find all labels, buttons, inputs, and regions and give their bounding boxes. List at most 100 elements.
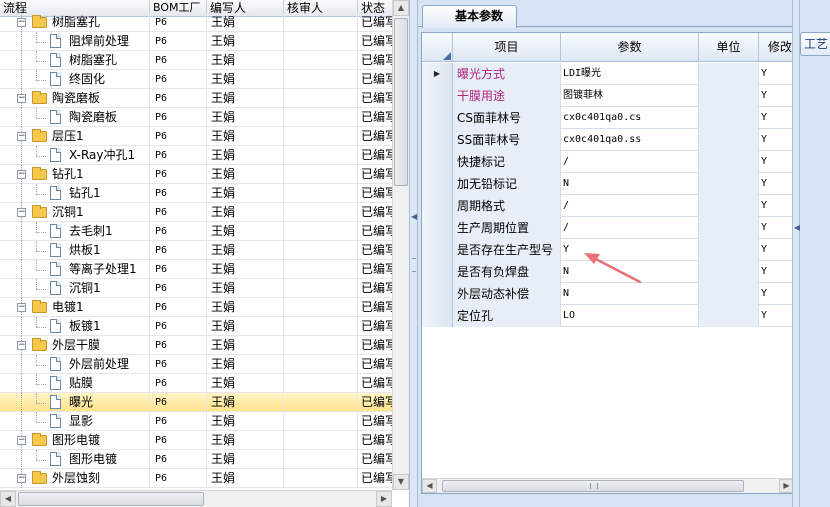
param-value-cell[interactable]: / [561,195,699,217]
tree-vertical-scrollbar[interactable]: ▲ ▼ [392,0,409,490]
tree-folder-row[interactable]: − 外层干膜 P6 王娟 已编写 [0,336,392,355]
bom-plant-cell[interactable]: P6 [150,317,207,336]
writer-cell[interactable]: 王娟 [207,260,284,279]
status-cell[interactable]: 已编写 [358,108,392,127]
param-row[interactable]: SS面菲林号 cx0c401qa0.ss Y [422,129,794,151]
writer-cell[interactable]: 王娟 [207,203,284,222]
tree-node[interactable]: 外层前处理 [0,355,150,374]
param-row[interactable]: CS面菲林号 cx0c401qa0.cs Y [422,107,794,129]
tree-node[interactable]: 烘板1 [0,241,150,260]
writer-cell[interactable]: 王娟 [207,70,284,89]
tree-node[interactable]: 阻焊前处理 [0,32,150,51]
tree-hscroll-thumb[interactable] [18,492,204,506]
tree-step-row[interactable]: 板镀1 P6 王娟 已编写 [0,317,392,336]
bom-plant-cell[interactable]: P6 [150,13,207,32]
bom-plant-cell[interactable]: P6 [150,108,207,127]
bom-plant-cell[interactable]: P6 [150,241,207,260]
status-cell[interactable]: 已编写 [358,222,392,241]
row-indicator[interactable] [422,239,453,261]
bom-plant-cell[interactable]: P6 [150,355,207,374]
tree-step-row[interactable]: 去毛刺1 P6 王娟 已编写 [0,222,392,241]
status-cell[interactable]: 已编写 [358,146,392,165]
status-cell[interactable]: 已编写 [358,165,392,184]
param-unit-cell[interactable] [699,283,759,305]
param-row[interactable]: 外层动态补偿 N Y [422,283,794,305]
writer-cell[interactable]: 王娟 [207,469,284,488]
grid-scroll-left-icon[interactable]: ◀ [422,479,437,493]
tree-node[interactable]: 图形电镀 [0,450,150,469]
bom-plant-cell[interactable]: P6 [150,374,207,393]
tree-step-row[interactable]: 图形电镀 P6 王娟 已编写 [0,450,392,469]
auditor-cell[interactable] [284,450,358,469]
status-cell[interactable]: 已编写 [358,260,392,279]
param-value-cell[interactable]: N [561,261,699,283]
param-value-cell[interactable]: cx0c401qa0.ss [561,129,699,151]
bom-plant-cell[interactable]: P6 [150,165,207,184]
writer-cell[interactable]: 王娟 [207,222,284,241]
bom-plant-cell[interactable]: P6 [150,127,207,146]
status-cell[interactable]: 已编写 [358,32,392,51]
param-modify-cell[interactable]: Y [759,195,794,217]
tree-node[interactable]: − 图形电镀 [0,431,150,450]
param-modify-cell[interactable]: Y [759,85,794,107]
param-unit-cell[interactable] [699,195,759,217]
grid-horizontal-scrollbar[interactable]: ◀ ▶ [422,478,794,493]
row-indicator[interactable] [422,195,453,217]
status-cell[interactable]: 已编写 [358,13,392,32]
bom-plant-cell[interactable]: P6 [150,184,207,203]
row-indicator[interactable] [422,261,453,283]
tree-node[interactable]: 终固化 [0,70,150,89]
auditor-cell[interactable] [284,70,358,89]
param-modify-cell[interactable]: Y [759,239,794,261]
auditor-cell[interactable] [284,317,358,336]
auditor-cell[interactable] [284,146,358,165]
auditor-cell[interactable] [284,203,358,222]
tree-node[interactable]: − 层压1 [0,127,150,146]
status-cell[interactable]: 已编写 [358,298,392,317]
param-value-cell[interactable]: N [561,283,699,305]
status-cell[interactable]: 已编写 [358,203,392,222]
status-cell[interactable]: 已编写 [358,336,392,355]
tree-vscroll-thumb[interactable] [394,18,408,186]
tree-node[interactable]: 沉铜1 [0,279,150,298]
collapse-toggle-icon[interactable]: − [17,474,26,483]
bom-plant-cell[interactable]: P6 [150,279,207,298]
bom-plant-cell[interactable]: P6 [150,51,207,70]
tab-craft[interactable]: 工艺 [800,32,830,56]
auditor-cell[interactable] [284,412,358,431]
bom-plant-cell[interactable]: P6 [150,89,207,108]
bom-plant-cell[interactable]: P6 [150,146,207,165]
tree-step-row[interactable]: 贴膜 P6 王娟 已编写 [0,374,392,393]
tree-node[interactable]: 钻孔1 [0,184,150,203]
status-cell[interactable]: 已编写 [358,393,392,412]
tree-node[interactable]: 陶瓷磨板 [0,108,150,127]
row-indicator[interactable] [422,85,453,107]
row-indicator[interactable] [422,305,453,327]
param-modify-cell[interactable]: Y [759,107,794,129]
param-unit-cell[interactable] [699,261,759,283]
param-row[interactable]: 定位孔 LO Y [422,305,794,327]
param-modify-cell[interactable]: Y [759,129,794,151]
header-param[interactable]: 参数 [561,33,699,62]
scroll-right-icon[interactable]: ▶ [376,491,392,507]
param-value-cell[interactable]: Y [561,239,699,261]
auditor-cell[interactable] [284,32,358,51]
collapse-toggle-icon[interactable]: − [17,303,26,312]
tree-node[interactable]: 贴膜 [0,374,150,393]
param-row[interactable]: 生产周期位置 / Y [422,217,794,239]
param-modify-cell[interactable]: Y [759,63,794,85]
auditor-cell[interactable] [284,279,358,298]
tree-node[interactable]: − 树脂塞孔 [0,13,150,32]
tree-folder-row[interactable]: − 图形电镀 P6 王娟 已编写 [0,431,392,450]
bom-plant-cell[interactable]: P6 [150,298,207,317]
tree-step-row[interactable]: 等离子处理1 P6 王娟 已编写 [0,260,392,279]
status-cell[interactable]: 已编写 [358,184,392,203]
writer-cell[interactable]: 王娟 [207,393,284,412]
status-cell[interactable]: 已编写 [358,241,392,260]
auditor-cell[interactable] [284,89,358,108]
tree-step-row[interactable]: 陶瓷磨板 P6 王娟 已编写 [0,108,392,127]
status-cell[interactable]: 已编写 [358,374,392,393]
tree-folder-row[interactable]: − 沉铜1 P6 王娟 已编写 [0,203,392,222]
param-row[interactable]: 是否有负焊盘 N Y [422,261,794,283]
tree-step-row[interactable]: 显影 P6 王娟 已编写 [0,412,392,431]
